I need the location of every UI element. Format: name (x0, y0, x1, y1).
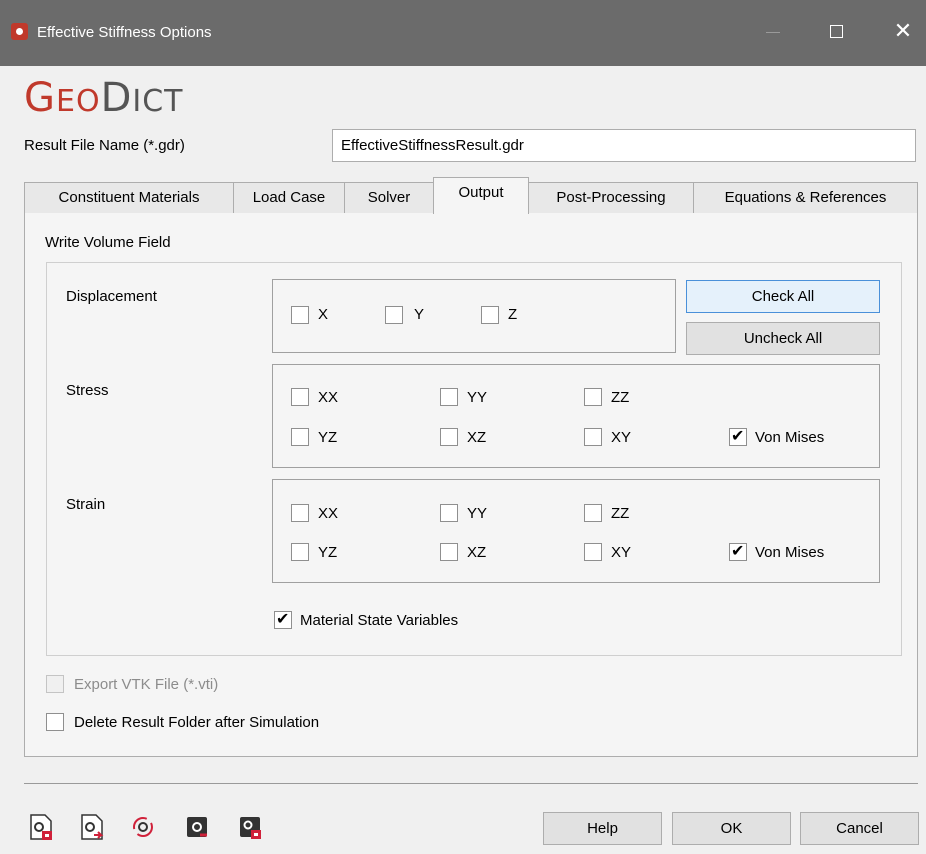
stress-yz-label: YZ (318, 429, 338, 446)
tab-solver[interactable]: Solver (344, 182, 434, 213)
stress-zz-label: ZZ (611, 389, 630, 406)
uncheck-all-button[interactable]: Uncheck All (686, 322, 880, 355)
minimize-button[interactable] (758, 18, 788, 46)
stress-box (272, 364, 880, 468)
stress-xx-checkbox[interactable] (291, 388, 309, 406)
displacement-x-checkbox[interactable] (291, 306, 309, 324)
strain-xy-label: XY (611, 544, 632, 561)
window-title: Effective Stiffness Options (37, 24, 212, 41)
delete-result-folder-label: Delete Result Folder after Simulation (74, 714, 320, 731)
tab-load-case[interactable]: Load Case (233, 182, 345, 213)
displacement-box (272, 279, 676, 353)
strain-label: Strain (66, 496, 106, 513)
write-volume-field-title: Write Volume Field (45, 234, 171, 251)
save-settings-icon[interactable] (80, 813, 104, 841)
close-button[interactable]: ✕ (888, 18, 918, 46)
app-icon (11, 23, 28, 40)
ok-button[interactable]: OK (672, 812, 791, 845)
displacement-y-label: Y (414, 306, 425, 323)
check-all-button[interactable]: Check All (686, 280, 880, 313)
strain-von-mises-label: Von Mises (755, 544, 825, 561)
strain-yy-checkbox[interactable] (440, 504, 458, 522)
strain-xz-checkbox[interactable] (440, 543, 458, 561)
stress-xy-label: XY (611, 429, 632, 446)
result-file-label: Result File Name (*.gdr) (24, 137, 185, 154)
stress-yy-label: YY (467, 389, 488, 406)
displacement-y-checkbox[interactable] (385, 306, 403, 324)
help-button[interactable]: Help (543, 812, 662, 845)
cancel-button[interactable]: Cancel (800, 812, 919, 845)
material-state-checkbox[interactable] (274, 609, 292, 629)
strain-yz-checkbox[interactable] (291, 543, 309, 561)
load-settings-icon[interactable] (29, 813, 53, 841)
geodict-logo: GEODICT (24, 75, 184, 121)
strain-von-mises-checkbox[interactable] (729, 541, 747, 561)
run-icon[interactable] (185, 813, 209, 841)
export-vtk-label: Export VTK File (*.vti) (74, 676, 219, 693)
strain-xz-label: XZ (467, 544, 487, 561)
stress-yy-checkbox[interactable] (440, 388, 458, 406)
title-bar: Effective Stiffness Options ✕ (0, 0, 926, 66)
stress-xx-label: XX (318, 389, 339, 406)
displacement-z-label: Z (508, 306, 518, 323)
displacement-x-label: X (318, 306, 329, 323)
stress-xz-checkbox[interactable] (440, 428, 458, 446)
lock-settings-icon[interactable] (238, 813, 262, 841)
stress-label: Stress (66, 382, 109, 399)
tab-output[interactable]: Output (433, 177, 529, 214)
material-state-label: Material State Variables (300, 612, 459, 629)
strain-zz-checkbox[interactable] (584, 504, 602, 522)
strain-yz-label: YZ (318, 544, 338, 561)
tab-equations-references[interactable]: Equations & References (693, 182, 918, 213)
maximize-button[interactable] (821, 18, 851, 46)
export-vtk-checkbox[interactable] (46, 675, 64, 693)
tab-post-processing[interactable]: Post-Processing (528, 182, 694, 213)
result-file-input[interactable] (332, 129, 916, 162)
footer-separator (24, 783, 918, 784)
tab-constituent-materials[interactable]: Constituent Materials (24, 182, 234, 213)
strain-box (272, 479, 880, 583)
displacement-z-checkbox[interactable] (481, 306, 499, 324)
displacement-label: Displacement (66, 288, 157, 305)
strain-xy-checkbox[interactable] (584, 543, 602, 561)
stress-von-mises-checkbox[interactable] (729, 426, 747, 446)
strain-zz-label: ZZ (611, 505, 630, 522)
stress-zz-checkbox[interactable] (584, 388, 602, 406)
strain-xx-label: XX (318, 505, 339, 522)
strain-xx-checkbox[interactable] (291, 504, 309, 522)
strain-yy-label: YY (467, 505, 488, 522)
reset-settings-icon[interactable] (131, 813, 155, 841)
stress-xy-checkbox[interactable] (584, 428, 602, 446)
stress-von-mises-label: Von Mises (755, 429, 825, 446)
stress-yz-checkbox[interactable] (291, 428, 309, 446)
stress-xz-label: XZ (467, 429, 487, 446)
delete-result-folder-checkbox[interactable] (46, 713, 64, 731)
